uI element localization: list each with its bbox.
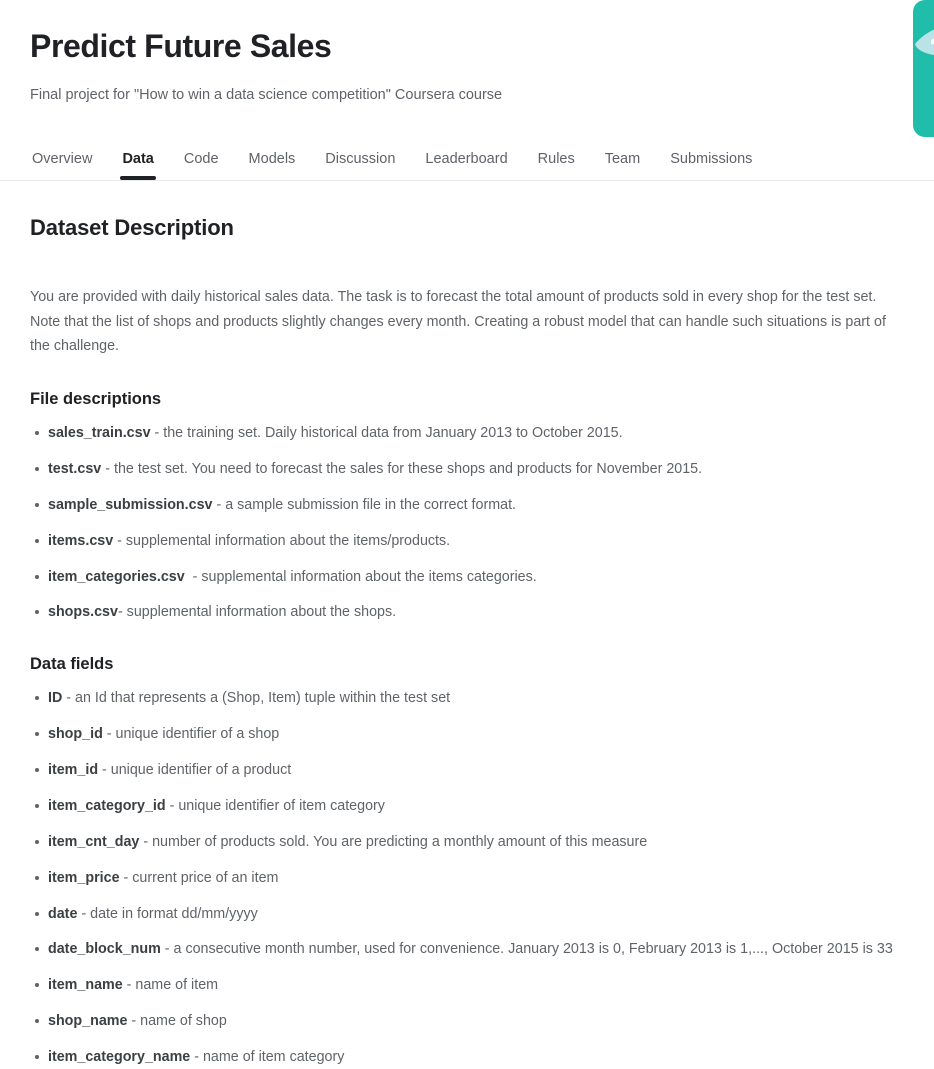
field-description: - name of shop [127, 1013, 227, 1030]
field-description: - an Id that represents a (Shop, Item) t… [62, 689, 451, 706]
file-description: - the training set. Daily historical dat… [150, 424, 623, 441]
tab-submissions[interactable]: Submissions [668, 151, 754, 180]
field-description: - name of item [122, 977, 219, 994]
list-item: item_categories.csv - supplemental infor… [30, 567, 904, 588]
tab-label: Code [183, 151, 219, 168]
list-item: item_category_name - name of item catego… [30, 1047, 904, 1068]
field-name: date_block_num [48, 941, 161, 958]
tab-data[interactable]: Data [120, 151, 157, 181]
field-description: - unique identifier of a product [98, 761, 292, 778]
field-name: item_cnt_day [48, 833, 140, 850]
list-item: item_name - name of item [30, 975, 904, 996]
tab-label: Discussion [325, 151, 396, 168]
file-name: sample_submission.csv [48, 496, 213, 513]
field-description: - current price of an item [119, 869, 279, 886]
data-fields-heading: Data fields [30, 654, 114, 673]
tab-overview[interactable]: Overview [30, 151, 94, 180]
file-descriptions-heading: File descriptions [30, 389, 162, 408]
list-item: shop_name - name of shop [30, 1011, 904, 1032]
list-item: date_block_num - a consecutive month num… [30, 939, 904, 960]
tab-label: Team [604, 151, 641, 168]
dataset-intro-paragraph: You are provided with daily historical s… [30, 289, 886, 355]
page-title: Predict Future Sales [30, 28, 332, 64]
file-name: items.csv [48, 532, 114, 549]
list-item: item_price - current price of an item [30, 868, 904, 889]
file-name: sales_train.csv [48, 424, 151, 441]
competition-data-page: Predict Future Sales Final project for "… [0, 0, 934, 1065]
file-description: - the test set. You need to forecast the… [101, 460, 703, 477]
file-name: shops.csv [48, 604, 118, 621]
tab-models[interactable]: Models [247, 151, 298, 180]
field-description: - name of item category [190, 1049, 345, 1066]
field-name: shop_id [48, 725, 103, 742]
list-item: items.csv - supplemental information abo… [30, 531, 904, 552]
dataset-description-section: Dataset Description You are provided wit… [0, 181, 934, 1069]
list-item: shops.csv- supplemental information abou… [30, 602, 904, 623]
list-item: ID - an Id that represents a (Shop, Item… [30, 688, 904, 709]
tab-team[interactable]: Team [603, 151, 642, 180]
field-name: item_price [48, 869, 120, 886]
file-name: item_categories.csv [48, 568, 185, 585]
file-name: test.csv [48, 460, 102, 477]
field-description: - unique identifier of item category [165, 797, 385, 814]
file-description: - supplemental information about the ite… [184, 568, 537, 585]
competition-subtitle: Final project for "How to win a data sci… [30, 86, 503, 103]
list-item: sales_train.csv - the training set. Dail… [30, 423, 904, 444]
list-item: sample_submission.csv - a sample submiss… [30, 495, 904, 516]
tab-label: Leaderboard [425, 151, 508, 168]
file-description: - supplemental information about the sho… [117, 604, 397, 621]
competition-thumbnail [913, 0, 934, 137]
list-item: item_cnt_day - number of products sold. … [30, 832, 904, 853]
section-title: Dataset Description [30, 215, 234, 241]
field-description: - number of products sold. You are predi… [139, 833, 648, 850]
list-item: shop_id - unique identifier of a shop [30, 724, 904, 745]
competition-header: Predict Future Sales Final project for "… [0, 0, 934, 137]
list-item: date - date in format dd/mm/yyyy [30, 904, 904, 925]
field-description: - date in format dd/mm/yyyy [77, 905, 258, 922]
field-name: item_name [48, 977, 123, 994]
list-item: item_id - unique identifier of a product [30, 760, 904, 781]
field-name: item_id [48, 761, 99, 778]
tab-leaderboard[interactable]: Leaderboard [423, 151, 509, 180]
field-name: ID [48, 689, 63, 706]
tab-label: Data [122, 151, 154, 168]
field-description: - unique identifier of a shop [102, 725, 280, 742]
tab-discussion[interactable]: Discussion [323, 151, 397, 180]
field-description: - a consecutive month number, used for c… [160, 941, 893, 958]
data-fields-list: ID - an Id that represents a (Shop, Item… [30, 688, 904, 1069]
tab-label: Models [248, 151, 296, 168]
list-item: item_category_id - unique identifier of … [30, 796, 904, 817]
file-description: - supplemental information about the ite… [113, 532, 451, 549]
tab-list: Overview Data Code Models Discussion Lea… [0, 151, 934, 181]
thumbnail-illustration [915, 29, 934, 56]
field-name: date [48, 905, 78, 922]
tab-label: Rules [537, 151, 575, 168]
tab-label: Submissions [670, 151, 753, 168]
tab-code[interactable]: Code [182, 151, 221, 180]
file-descriptions-list: sales_train.csv - the training set. Dail… [30, 423, 904, 624]
competition-tabs: Overview Data Code Models Discussion Lea… [0, 151, 934, 182]
list-item: test.csv - the test set. You need to for… [30, 459, 904, 480]
field-name: item_category_id [48, 797, 166, 814]
field-name: item_category_name [48, 1049, 191, 1066]
file-description: - a sample submission file in the correc… [212, 496, 517, 513]
tab-rules[interactable]: Rules [536, 151, 577, 180]
field-name: shop_name [48, 1013, 128, 1030]
tab-label: Overview [32, 151, 93, 168]
